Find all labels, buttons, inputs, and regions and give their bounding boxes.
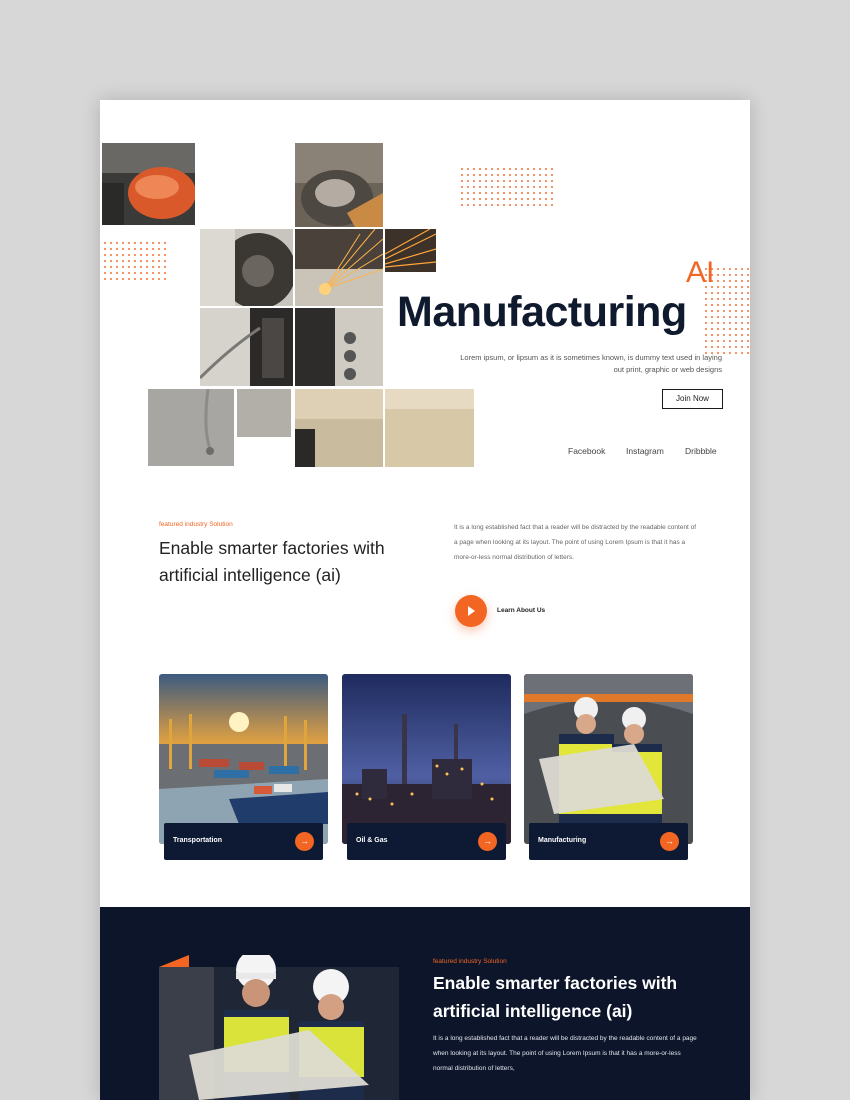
- arrow-right-icon[interactable]: →: [295, 832, 314, 851]
- hero-description: Lorem ipsum, or lipsum as it is sometime…: [460, 353, 722, 374]
- hero-tile: [295, 308, 383, 386]
- hero-tile: [102, 143, 195, 225]
- hero-tile: [295, 389, 383, 467]
- section-eyebrow: featured industry Solution: [433, 958, 507, 965]
- section-description: It is a long established fact that a rea…: [433, 1035, 697, 1072]
- card-label-bar: Transportation →: [164, 823, 323, 860]
- card-label: Manufacturing: [538, 837, 587, 844]
- hero-title: Manufacturing: [397, 288, 687, 336]
- card-label: Oil & Gas: [356, 837, 388, 844]
- section-eyebrow: featured industry Solution: [159, 521, 233, 528]
- card-label: Transportation: [173, 837, 223, 844]
- social-link-instagram[interactable]: Instagram: [626, 446, 664, 456]
- card-label-bar: Oil & Gas →: [347, 823, 506, 860]
- card-image-refinery: [342, 674, 511, 844]
- hero-tile: [148, 389, 234, 466]
- play-icon[interactable]: [455, 595, 487, 627]
- card-image-engineers: [524, 674, 693, 844]
- learn-about-us-link[interactable]: Learn About Us: [497, 607, 545, 614]
- arrow-right-icon[interactable]: →: [478, 832, 497, 851]
- hero-tile: [295, 229, 383, 306]
- section-title: Enable smarter factories with artificial…: [433, 973, 678, 1021]
- industry-card-oil-gas[interactable]: Oil & Gas →: [342, 674, 511, 862]
- hero-tile: [237, 389, 291, 437]
- social-link-dribbble[interactable]: Dribbble: [685, 446, 717, 456]
- dot-pattern: [102, 240, 168, 282]
- industry-card-manufacturing[interactable]: Manufacturing →: [524, 674, 693, 862]
- join-now-button[interactable]: Join Now: [662, 389, 723, 409]
- hero-title-accent: AI: [686, 256, 715, 289]
- dark-feature-section: featured industry Solution Enable smarte…: [100, 907, 750, 1100]
- card-label-bar: Manufacturing →: [529, 823, 688, 860]
- hero-tile: [200, 308, 293, 386]
- hero-tile: [385, 229, 436, 272]
- hero-tile: [385, 389, 474, 467]
- industry-card-transportation[interactable]: Transportation →: [159, 674, 328, 862]
- section-description: It is a long established fact that a rea…: [454, 524, 697, 561]
- arrow-right-icon[interactable]: →: [660, 832, 679, 851]
- hero-tile: [200, 229, 293, 306]
- social-link-facebook[interactable]: Facebook: [568, 446, 605, 456]
- card-image-port: [159, 674, 328, 844]
- section-title: Enable smarter factories with artificial…: [159, 538, 385, 585]
- dot-pattern: [459, 166, 555, 208]
- page-preview: AI Manufacturing Lorem ipsum, or lipsum …: [100, 100, 750, 1100]
- engineers-image: [159, 955, 399, 1100]
- hero-tile: [295, 143, 383, 227]
